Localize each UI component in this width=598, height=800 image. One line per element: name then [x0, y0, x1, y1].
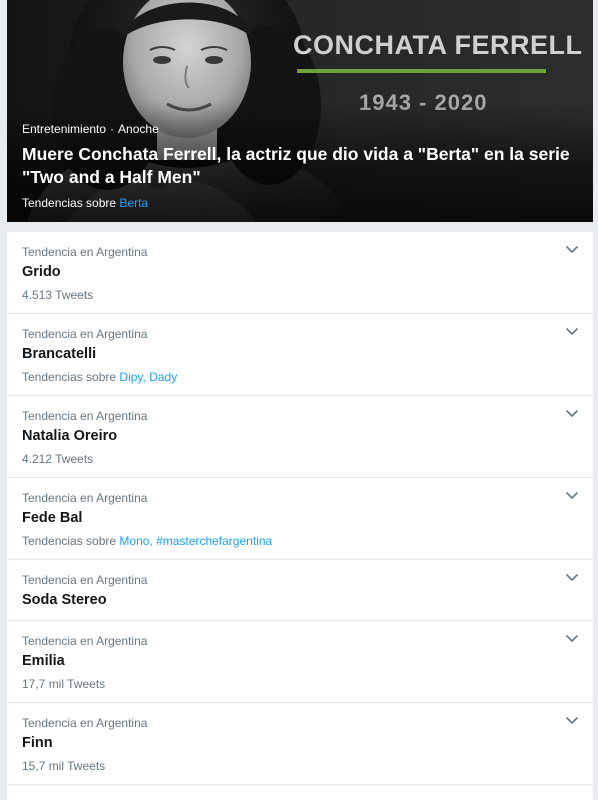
photo-name-overlay: CONCHATA FERRELL — [293, 30, 583, 60]
trend-context: Tendencia en Argentina — [22, 491, 148, 505]
trend-tweet-count: 4.513 Tweets — [22, 288, 94, 302]
chevron-down-icon[interactable] — [563, 487, 581, 505]
explore-panel: CONCHATA FERRELL 1943 - 2020 Entretenimi… — [6, 0, 594, 800]
trend-name[interactable]: Natalia Oreiro — [22, 426, 578, 446]
chevron-down-icon[interactable] — [563, 712, 581, 730]
trends-list: Tendencia en Argentina Grido 4.513 Tweet… — [7, 232, 593, 785]
news-meta: Entretenimiento · Anoche — [22, 121, 581, 137]
chevron-down-icon[interactable] — [563, 323, 581, 341]
trend-item-fede-bal[interactable]: Tendencia en Argentina Fede Bal Tendenci… — [7, 478, 593, 560]
trend-context: Tendencia en Argentina — [22, 245, 148, 259]
news-related-label: Tendencias sobre — [22, 196, 117, 210]
trend-name[interactable]: Fede Bal — [22, 508, 578, 528]
news-text: Entretenimiento · Anoche Muere Conchata Fe… — [22, 121, 581, 211]
trend-related-label: Tendencias sobre — [22, 370, 117, 384]
section-divider — [7, 222, 593, 232]
trend-item-emilia[interactable]: Tendencia en Argentina Emilia 17,7 mil T… — [7, 621, 593, 703]
news-category: Entretenimiento — [22, 122, 107, 136]
news-related-link[interactable]: Berta — [119, 196, 148, 210]
news-headline[interactable]: Muere Conchata Ferrell, la actriz que di… — [22, 143, 581, 189]
trend-item-finn[interactable]: Tendencia en Argentina Finn 15,7 mil Twe… — [7, 703, 593, 785]
trend-item-grido[interactable]: Tendencia en Argentina Grido 4.513 Tweet… — [7, 232, 593, 314]
news-time: Anoche — [118, 122, 159, 136]
trend-related-links[interactable]: Mono, #masterchefargentina — [119, 534, 272, 548]
chevron-down-icon[interactable] — [563, 241, 581, 259]
featured-news-card[interactable]: CONCHATA FERRELL 1943 - 2020 Entretenimi… — [7, 0, 593, 222]
news-related: Tendencias sobre Berta — [22, 195, 581, 211]
trend-item-natalia-oreiro[interactable]: Tendencia en Argentina Natalia Oreiro 4.… — [7, 396, 593, 478]
trend-tweet-count: 4.212 Tweets — [22, 452, 94, 466]
trend-item-soda-stereo[interactable]: Tendencia en Argentina Soda Stereo — [7, 560, 593, 621]
trend-context: Tendencia en Argentina — [22, 634, 148, 648]
trend-context: Tendencia en Argentina — [22, 409, 148, 423]
meta-separator: · — [110, 122, 115, 136]
trend-name[interactable]: Soda Stereo — [22, 590, 578, 610]
trend-related-label: Tendencias sobre — [22, 534, 117, 548]
trend-context: Tendencia en Argentina — [22, 573, 148, 587]
chevron-down-icon[interactable] — [563, 405, 581, 423]
trend-related: Tendencias sobre Mono, #masterchefargent… — [22, 533, 578, 549]
trend-context: Tendencia en Argentina — [22, 716, 148, 730]
trend-name[interactable]: Brancatelli — [22, 344, 578, 364]
trend-context: Tendencia en Argentina — [22, 327, 148, 341]
trend-name[interactable]: Grido — [22, 262, 578, 282]
trend-tweet-count: 15,7 mil Tweets — [22, 759, 106, 773]
photo-accent-bar — [297, 69, 546, 73]
trend-item-brancatelli[interactable]: Tendencia en Argentina Brancatelli Tende… — [7, 314, 593, 396]
trend-related-links[interactable]: Dipy, Dady — [119, 370, 177, 384]
trend-related: Tendencias sobre Dipy, Dady — [22, 369, 578, 385]
trend-name[interactable]: Finn — [22, 733, 578, 753]
chevron-down-icon[interactable] — [563, 569, 581, 587]
trend-name[interactable]: Emilia — [22, 651, 578, 671]
trend-tweet-count: 17,7 mil Tweets — [22, 677, 106, 691]
chevron-down-icon[interactable] — [563, 630, 581, 648]
